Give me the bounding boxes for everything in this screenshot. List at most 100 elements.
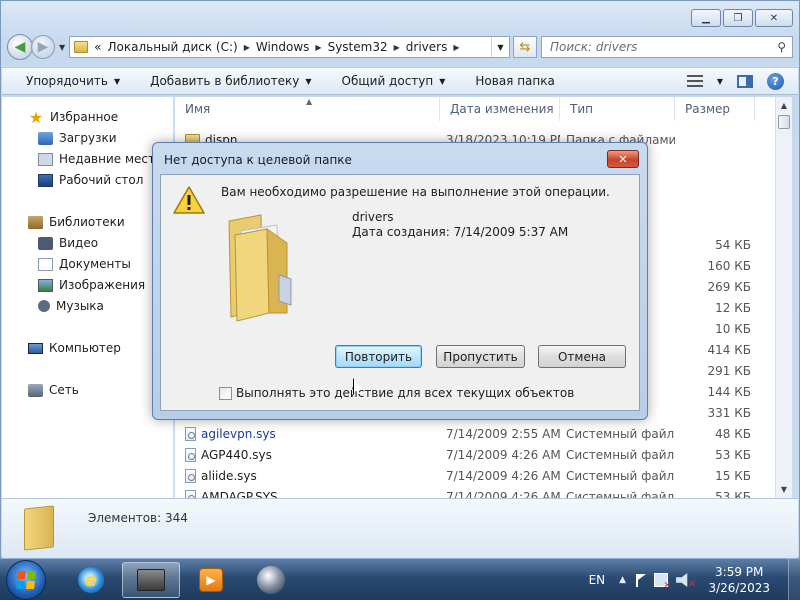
nav-documents[interactable]: Документы: [38, 254, 131, 274]
back-button[interactable]: ◀: [7, 34, 33, 60]
apply-to-all-checkbox[interactable]: [219, 386, 232, 400]
breadcrumb-drive[interactable]: Локальный диск (C:): [108, 40, 238, 54]
documents-icon: [38, 257, 53, 271]
chevron-right-icon[interactable]: ▶: [394, 43, 400, 52]
column-header-date[interactable]: Дата изменения: [440, 97, 560, 121]
breadcrumb-windows[interactable]: Windows: [256, 40, 310, 54]
breadcrumb-system32[interactable]: System32: [328, 40, 388, 54]
share-label: Общий доступ: [341, 74, 434, 88]
address-row: ◀ ▶ ▼ « Локальный диск (C:) ▶ Windows ▶ …: [7, 33, 793, 61]
file-name: AGP440.sys: [201, 447, 272, 462]
nav-downloads[interactable]: Загрузки: [38, 128, 117, 148]
chevron-right-icon[interactable]: ▶: [315, 43, 321, 52]
show-hidden-icons[interactable]: ▲: [619, 575, 626, 585]
taskbar-media-center[interactable]: [242, 562, 300, 598]
start-button[interactable]: [6, 560, 46, 600]
column-header-type[interactable]: Тип: [560, 97, 675, 121]
new-folder-button[interactable]: Новая папка: [475, 74, 554, 88]
taskbar-media-player[interactable]: ▶: [182, 562, 240, 598]
system-tray: EN ▲ ✕ 3:59 PM 3/26/2023: [589, 559, 800, 600]
refresh-button[interactable]: ⇆: [513, 36, 537, 58]
libraries-icon: [28, 215, 43, 229]
address-bar[interactable]: « Локальный диск (C:) ▶ Windows ▶ System…: [69, 36, 510, 58]
cell-date: 7/14/2009 2:55 AM: [446, 426, 560, 441]
scroll-down-arrow[interactable]: ▼: [776, 481, 792, 498]
search-icon[interactable]: ⚲: [777, 40, 786, 54]
nav-libraries[interactable]: Библиотеки: [28, 212, 125, 232]
cell-date: 7/14/2009 4:26 AM: [446, 447, 560, 462]
retry-button[interactable]: Повторить: [335, 345, 422, 368]
taskbar-explorer[interactable]: [122, 562, 180, 598]
column-header-size[interactable]: Размер: [675, 97, 755, 121]
table-row[interactable]: AMDAGP.SYS 7/14/2009 4:26 AM Системный фай…: [175, 486, 775, 498]
dialog-close-button[interactable]: ✕: [607, 150, 639, 168]
view-dropdown-icon[interactable]: ▼: [717, 77, 723, 86]
nav-network[interactable]: Сеть: [28, 380, 79, 400]
breadcrumb-drivers[interactable]: drivers: [406, 40, 448, 54]
pictures-icon: [38, 278, 53, 292]
dialog-title: Нет доступа к целевой папке: [164, 153, 352, 167]
media-player-icon: ▶: [199, 568, 223, 592]
cell-size: 414 КБ: [707, 342, 751, 357]
table-row[interactable]: agilevpn.sys 7/14/2009 2:55 AM Системный ф…: [175, 423, 775, 444]
skip-button[interactable]: Пропустить: [436, 345, 525, 368]
forward-button[interactable]: ▶: [31, 35, 55, 59]
scroll-up-arrow[interactable]: ▲: [776, 97, 792, 114]
minimize-button[interactable]: ▁: [691, 9, 721, 27]
share-menu[interactable]: Общий доступ ▼: [342, 74, 446, 88]
nav-label: Загрузки: [59, 131, 117, 145]
system-file-icon: [185, 447, 196, 462]
navigation-pane: ★ Избранное Загрузки Недавние места Рабоч…: [2, 97, 167, 498]
search-input[interactable]: Поиск: drivers ⚲: [541, 36, 793, 58]
folder-icon: [228, 214, 292, 322]
close-window-button[interactable]: ✕: [755, 9, 793, 27]
clock[interactable]: 3:59 PM 3/26/2023: [708, 564, 770, 596]
cell-date: 7/14/2009 4:26 AM: [446, 489, 560, 499]
column-size-label: Размер: [685, 102, 731, 116]
nav-favorites[interactable]: ★ Избранное: [28, 107, 118, 127]
nav-video[interactable]: Видео: [38, 233, 98, 253]
clock-time: 3:59 PM: [715, 565, 764, 579]
show-desktop-button[interactable]: [788, 559, 800, 600]
nav-music[interactable]: Музыка: [38, 296, 104, 316]
system-file-icon: [185, 489, 196, 498]
view-options-icon[interactable]: [686, 75, 703, 87]
table-row[interactable]: aliide.sys 7/14/2009 4:26 AM Системный фай…: [175, 465, 775, 486]
chevron-right-icon[interactable]: ▶: [244, 43, 250, 52]
nav-recent-places[interactable]: Недавние места: [38, 149, 162, 169]
chevron-down-icon: ▼: [113, 76, 121, 86]
scroll-thumb[interactable]: [778, 115, 790, 129]
nav-desktop[interactable]: Рабочий стол: [38, 170, 143, 190]
desktop-icon: [38, 173, 53, 187]
column-type-label: Тип: [570, 102, 593, 116]
search-placeholder: Поиск: drivers: [550, 40, 638, 54]
organize-label: Упорядочить: [26, 74, 108, 88]
recent-pages-dropdown[interactable]: ▼: [59, 43, 65, 52]
media-center-icon: [257, 566, 285, 594]
action-center-flag-icon[interactable]: [636, 573, 647, 587]
add-to-library-menu[interactable]: Добавить в библиотеку ▼: [150, 74, 311, 88]
address-history-dropdown[interactable]: ▼: [491, 37, 509, 57]
cell-size: 269 КБ: [707, 279, 751, 294]
maximize-button[interactable]: ❐: [723, 9, 753, 27]
cancel-button[interactable]: Отмена: [538, 345, 626, 368]
help-icon[interactable]: ?: [767, 72, 784, 90]
network-status-icon[interactable]: [654, 573, 671, 591]
nav-computer[interactable]: Компьютер: [10, 338, 137, 358]
file-list-scrollbar[interactable]: ▲ ▼: [775, 97, 792, 498]
forward-arrow-icon: ▶: [37, 39, 49, 55]
language-indicator[interactable]: EN: [589, 573, 606, 587]
chevron-right-icon[interactable]: ▶: [453, 43, 459, 52]
cell-size: 54 КБ: [715, 237, 751, 252]
table-row[interactable]: AGP440.sys 7/14/2009 4:26 AM Системный фай…: [175, 444, 775, 465]
organize-menu[interactable]: Упорядочить ▼: [26, 74, 120, 88]
video-icon: [38, 236, 53, 250]
cell-type: Системный файл: [566, 447, 675, 462]
preview-pane-icon[interactable]: [737, 74, 753, 88]
nav-pictures[interactable]: Изображения: [38, 275, 145, 295]
overflow-chevron[interactable]: «: [94, 40, 101, 54]
computer-icon: [28, 342, 43, 354]
taskbar-internet-explorer[interactable]: e: [62, 562, 120, 598]
cell-size: 15 КБ: [715, 468, 751, 483]
apply-to-all-row[interactable]: Выполнять это действие для всех текущих …: [219, 386, 574, 400]
